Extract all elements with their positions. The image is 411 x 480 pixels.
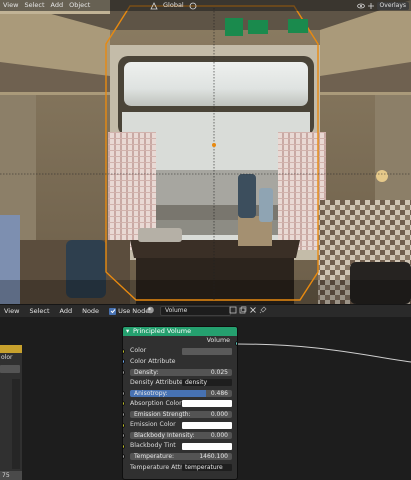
transform-orientation[interactable]: Global xyxy=(150,1,197,10)
input-label: Color xyxy=(130,347,147,354)
blackbody-intensity-field[interactable]: Blackbody Intensity: 0.000 xyxy=(130,432,232,440)
fake-user-icon[interactable] xyxy=(229,306,237,314)
visibility-icon[interactable] xyxy=(356,2,365,10)
pin-icon[interactable] xyxy=(259,306,267,314)
input-color-attribute: Color Attribute xyxy=(123,357,237,368)
input-color: Color xyxy=(123,346,237,357)
orientation-icon xyxy=(150,1,158,10)
node-title: Principled Volume xyxy=(133,327,192,335)
menu-add[interactable]: Add xyxy=(48,0,67,11)
collapse-chevron-icon[interactable]: ▾ xyxy=(126,327,129,336)
node-menu-select[interactable]: Select xyxy=(24,307,54,315)
color-swatch[interactable] xyxy=(182,347,232,355)
input-blackbody-tint: Blackbody Tint xyxy=(123,441,237,452)
float-socket[interactable] xyxy=(123,454,125,460)
material-browse-icon[interactable] xyxy=(146,306,155,314)
float-socket[interactable] xyxy=(123,433,125,439)
partial-node-preview xyxy=(12,379,20,469)
close-icon[interactable] xyxy=(249,306,257,314)
temperature-field[interactable]: Temperature: 1460.100 xyxy=(130,453,232,461)
overlays-button[interactable]: Overlays xyxy=(376,1,409,10)
input-label: Temperature Attr... xyxy=(130,463,189,471)
partial-node-left[interactable]: olor 75 xyxy=(0,345,22,480)
float-socket[interactable] xyxy=(123,369,125,375)
checkbox-checked-icon xyxy=(109,307,117,315)
input-density: Density: 0.025 xyxy=(123,367,237,378)
train-compartment-render xyxy=(0,0,411,304)
input-temperature-attribute: Temperature Attr... temperature xyxy=(123,463,237,474)
output-volume: Volume xyxy=(123,336,237,346)
orientation-label: Global xyxy=(163,1,184,9)
viewport-header-right: Overlays xyxy=(356,0,411,11)
input-label: Density Attribute xyxy=(130,378,183,386)
duplicate-icon[interactable] xyxy=(239,306,247,314)
input-absorption-color: Absorption Color xyxy=(123,399,237,410)
input-blackbody-intensity: Blackbody Intensity: 0.000 xyxy=(123,431,237,442)
color-socket[interactable] xyxy=(123,348,125,354)
color-socket[interactable] xyxy=(123,401,125,407)
input-anisotropy: Anisotropy: 0.486 xyxy=(123,388,237,399)
menu-object[interactable]: Object xyxy=(66,0,93,11)
partial-node-value[interactable]: 75 xyxy=(0,471,22,480)
input-label: Color Attribute xyxy=(130,357,176,365)
input-label: Blackbody Tint xyxy=(130,442,176,450)
3d-viewport[interactable]: View Select Add Object Global Overlays xyxy=(0,0,411,304)
node-header[interactable]: ▾ Principled Volume xyxy=(123,327,237,336)
material-name-field[interactable]: Volume xyxy=(160,306,231,316)
color-socket[interactable] xyxy=(123,443,125,449)
float-socket[interactable] xyxy=(123,412,125,418)
input-density-attribute: Density Attribute density xyxy=(123,378,237,389)
color-swatch[interactable] xyxy=(182,421,232,429)
input-label: Absorption Color xyxy=(130,399,182,407)
density-field[interactable]: Density: 0.025 xyxy=(130,368,232,376)
partial-node-header xyxy=(0,345,22,353)
node-link xyxy=(236,343,411,363)
gizmo-icon[interactable] xyxy=(367,2,375,10)
emission-strength-field[interactable]: Emission Strength: 0.000 xyxy=(130,411,232,419)
output-label: Volume xyxy=(206,337,230,344)
string-socket[interactable] xyxy=(123,359,125,365)
input-label: Emission Color xyxy=(130,421,176,429)
density-attribute-field[interactable]: density xyxy=(182,379,232,387)
menu-view[interactable]: View xyxy=(0,0,21,11)
principled-volume-node[interactable]: ▾ Principled Volume Volume Color Color A… xyxy=(122,326,238,480)
input-temperature: Temperature: 1460.100 xyxy=(123,452,237,463)
temperature-attribute-field[interactable]: temperature xyxy=(182,464,232,472)
input-emission-color: Emission Color xyxy=(123,420,237,431)
color-swatch[interactable] xyxy=(182,442,232,450)
partial-node-label: olor xyxy=(1,354,13,361)
float-socket[interactable] xyxy=(123,390,125,396)
color-socket[interactable] xyxy=(123,422,125,428)
node-menu-node[interactable]: Node xyxy=(77,307,104,315)
snap-icon[interactable] xyxy=(189,2,197,10)
node-menu-add[interactable]: Add xyxy=(55,307,78,315)
input-emission-strength: Emission Strength: 0.000 xyxy=(123,410,237,421)
anisotropy-slider[interactable]: Anisotropy: 0.486 xyxy=(130,389,232,397)
node-menu-view[interactable]: View xyxy=(0,307,24,315)
menu-select[interactable]: Select xyxy=(21,0,47,11)
viewport-header: View Select Add Object xyxy=(0,0,411,11)
color-swatch[interactable] xyxy=(182,400,232,408)
partial-node-field[interactable] xyxy=(0,365,20,373)
